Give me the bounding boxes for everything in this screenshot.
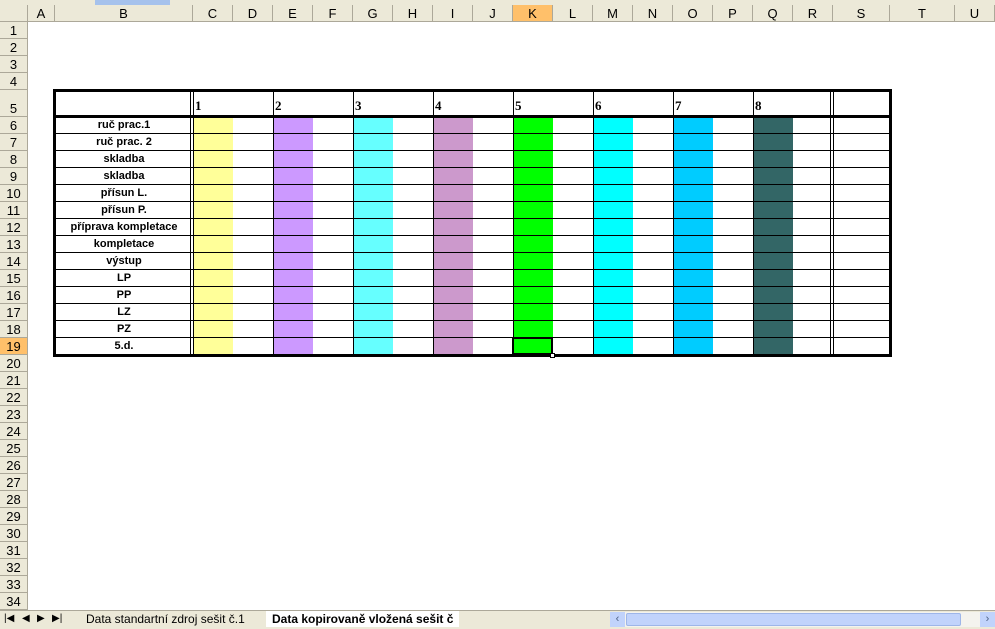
row-header-7[interactable]: 7 — [0, 134, 28, 151]
column-header-I[interactable]: I — [433, 5, 473, 22]
row-header-16[interactable]: 16 — [0, 287, 28, 304]
sheet-tab-bar: |◀ ◀ ▶ ▶| Data standartní zdroj sešit č.… — [0, 610, 995, 629]
row-header-13[interactable]: 13 — [0, 236, 28, 253]
row-header-26[interactable]: 26 — [0, 457, 28, 474]
row-header-28[interactable]: 28 — [0, 491, 28, 508]
column-header-A[interactable]: A — [28, 5, 55, 22]
row-header-24[interactable]: 24 — [0, 423, 28, 440]
scroll-thumb[interactable] — [626, 613, 961, 626]
column-header-B[interactable]: B — [55, 5, 193, 22]
row-header-21[interactable]: 21 — [0, 372, 28, 389]
row-header-2[interactable]: 2 — [0, 39, 28, 56]
column-header-Q[interactable]: Q — [753, 5, 793, 22]
column-header-R[interactable]: R — [793, 5, 833, 22]
column-header-E[interactable]: E — [273, 5, 313, 22]
select-all-corner[interactable] — [0, 5, 28, 22]
row-header-19[interactable]: 19 — [0, 338, 28, 355]
column-header-N[interactable]: N — [633, 5, 673, 22]
column-header-T[interactable]: T — [890, 5, 955, 22]
sheet-tab-1[interactable]: Data standartní zdroj sešit č.1 — [80, 611, 251, 627]
sheet-tab-2[interactable]: Data kopirovaně vložená sešit č — [266, 611, 460, 627]
column-header-P[interactable]: P — [713, 5, 753, 22]
row-header-20[interactable]: 20 — [0, 355, 28, 372]
column-header-S[interactable]: S — [833, 5, 890, 22]
row-header-14[interactable]: 14 — [0, 253, 28, 270]
row-header-8[interactable]: 8 — [0, 151, 28, 168]
next-sheet-icon[interactable]: ▶ — [37, 613, 45, 624]
last-sheet-icon[interactable]: ▶| — [52, 613, 62, 624]
row-header-6[interactable]: 6 — [0, 117, 28, 134]
column-header-U[interactable]: U — [955, 5, 995, 22]
first-sheet-icon[interactable]: |◀ — [4, 613, 14, 624]
row-header-31[interactable]: 31 — [0, 542, 28, 559]
column-header-H[interactable]: H — [393, 5, 433, 22]
row-header-17[interactable]: 17 — [0, 304, 28, 321]
row-header-9[interactable]: 9 — [0, 168, 28, 185]
row-header-15[interactable]: 15 — [0, 270, 28, 287]
row-header-32[interactable]: 32 — [0, 559, 28, 576]
column-header-J[interactable]: J — [473, 5, 513, 22]
row-header-18[interactable]: 18 — [0, 321, 28, 338]
row-header-5[interactable]: 5 — [0, 90, 28, 117]
fill-handle[interactable] — [550, 353, 555, 358]
row-header-22[interactable]: 22 — [0, 389, 28, 406]
row-header-25[interactable]: 25 — [0, 440, 28, 457]
column-header-M[interactable]: M — [593, 5, 633, 22]
row-header-23[interactable]: 23 — [0, 406, 28, 423]
scroll-left-icon[interactable]: ‹ — [610, 612, 625, 627]
row-header-10[interactable]: 10 — [0, 185, 28, 202]
column-header-D[interactable]: D — [233, 5, 273, 22]
row-header-3[interactable]: 3 — [0, 56, 28, 73]
column-header-F[interactable]: F — [313, 5, 353, 22]
column-header-O[interactable]: O — [673, 5, 713, 22]
horizontal-scrollbar[interactable]: ‹ › — [610, 612, 995, 627]
selected-cell-K19[interactable] — [512, 337, 553, 355]
table-border — [53, 89, 892, 357]
column-header-L[interactable]: L — [553, 5, 593, 22]
scroll-right-icon[interactable]: › — [980, 612, 995, 627]
column-header-K[interactable]: K — [513, 5, 553, 22]
column-header-C[interactable]: C — [193, 5, 233, 22]
row-header-29[interactable]: 29 — [0, 508, 28, 525]
prev-sheet-icon[interactable]: ◀ — [22, 613, 30, 624]
row-header-30[interactable]: 30 — [0, 525, 28, 542]
row-header-11[interactable]: 11 — [0, 202, 28, 219]
row-header-4[interactable]: 4 — [0, 73, 28, 90]
column-header-G[interactable]: G — [353, 5, 393, 22]
row-header-33[interactable]: 33 — [0, 576, 28, 593]
row-header-1[interactable]: 1 — [0, 22, 28, 39]
row-header-34[interactable]: 34 — [0, 593, 28, 610]
row-header-12[interactable]: 12 — [0, 219, 28, 236]
row-header-27[interactable]: 27 — [0, 474, 28, 491]
